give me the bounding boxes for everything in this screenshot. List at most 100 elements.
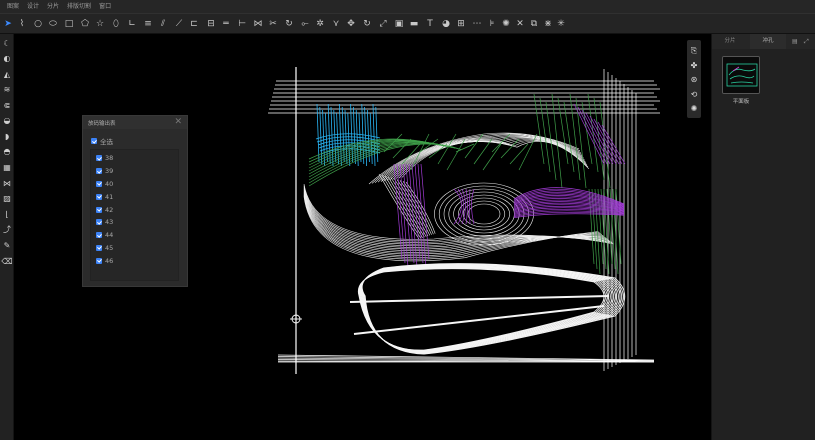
size-checkbox-row[interactable]: 41 xyxy=(96,190,178,203)
checkbox-checked-icon[interactable] xyxy=(91,138,97,145)
mirror-line-icon[interactable]: ⟋ xyxy=(173,18,185,30)
node-icon[interactable]: ⋯ xyxy=(471,18,483,30)
checkbox-checked-icon[interactable] xyxy=(96,193,102,200)
size-checkbox-row[interactable]: 38 xyxy=(96,152,178,165)
size-checkbox-row[interactable]: 46 xyxy=(96,254,178,267)
eraser-icon[interactable]: ⌫ xyxy=(1,256,13,268)
parallel-lines-icon[interactable]: ≡ xyxy=(142,18,154,30)
tab-pieces[interactable]: 分片 xyxy=(712,34,748,49)
export-icon[interactable]: ✺ xyxy=(688,103,700,115)
shoe-last-icon[interactable]: ☾ xyxy=(1,38,13,50)
size-checkbox-row[interactable]: 43 xyxy=(96,216,178,229)
size-checkbox-row[interactable]: 45 xyxy=(96,242,178,255)
pencil-icon[interactable]: ✎ xyxy=(1,240,13,252)
sole-icon[interactable]: ◒ xyxy=(1,115,13,127)
collar-icon[interactable]: ◓ xyxy=(1,146,13,158)
pointer-icon[interactable]: ➤ xyxy=(2,18,14,30)
measure-icon[interactable]: ⊧ xyxy=(486,18,498,30)
seam-icon[interactable]: ⌊ xyxy=(1,209,13,221)
main-toolbar: ➤ ⌇ ○ ⬭ □ ⬠ ☆ ⬯ ∟ ≡ ⫽ ⟋ ⊏ ⊟ ═ ⊢ ⋈ ✂ ↻ ⟜ … xyxy=(0,13,815,34)
circle-icon[interactable]: ○ xyxy=(32,18,44,30)
fill-icon[interactable]: ▬ xyxy=(408,18,420,30)
checkbox-checked-icon[interactable] xyxy=(96,168,102,175)
measure-point-icon[interactable]: ⊛ xyxy=(688,74,700,86)
text-icon[interactable]: T xyxy=(424,18,436,30)
transform-icon[interactable]: ✥ xyxy=(345,18,357,30)
import-icon[interactable]: ⎘ xyxy=(688,45,700,57)
size-label: 41 xyxy=(105,192,114,201)
frame-icon[interactable]: ▣ xyxy=(393,18,405,30)
spacing-icon[interactable]: ═ xyxy=(220,18,232,30)
split-icon[interactable]: ⊢ xyxy=(236,18,248,30)
checkbox-checked-icon[interactable] xyxy=(96,244,102,251)
snap-icon[interactable]: ⤢ xyxy=(377,18,389,30)
expand-icon[interactable]: ⤢ xyxy=(804,34,809,49)
size-checkbox-row[interactable]: 44 xyxy=(96,229,178,242)
flip-icon[interactable]: ↻ xyxy=(361,18,373,30)
vamp-icon[interactable]: ≋ xyxy=(1,84,13,96)
color-icon[interactable]: ◕ xyxy=(440,18,452,30)
move-icon[interactable]: ⟜ xyxy=(299,18,311,30)
quarter-icon[interactable]: ⋐ xyxy=(1,100,13,112)
pattern-stroke xyxy=(443,188,525,240)
cut-icon[interactable]: ✂ xyxy=(267,18,279,30)
sync-icon[interactable]: ⟲ xyxy=(688,89,700,101)
menu-pattern[interactable]: 图案 xyxy=(3,0,23,13)
rectangle-icon[interactable]: □ xyxy=(63,18,75,30)
left-toolbar: ☾ ◐ ◭ ≋ ⋐ ◒ ◗ ◓ ▦ ⋈ ▨ ⌊ ⤴ ✎ ⌫ xyxy=(0,34,14,440)
checkbox-checked-icon[interactable] xyxy=(96,232,102,239)
pattern-thumbnail[interactable] xyxy=(722,56,760,94)
eyelet-icon[interactable]: ⋈ xyxy=(1,178,13,190)
array-icon[interactable]: ⧉ xyxy=(528,18,540,30)
angle-tool-icon[interactable]: ∟ xyxy=(126,18,138,30)
size-checkbox-row[interactable]: 40 xyxy=(96,178,178,191)
join-icon[interactable]: ⋈ xyxy=(252,18,264,30)
cross-icon[interactable]: ✕ xyxy=(514,18,526,30)
shape-icon[interactable]: ⋇ xyxy=(542,18,554,30)
menu-layout-cutting[interactable]: 排版切割 xyxy=(63,0,95,13)
menu-pieces[interactable]: 分片 xyxy=(43,0,63,13)
sparkle-icon[interactable]: ✳ xyxy=(555,18,567,30)
grid-icon[interactable]: ⊞ xyxy=(455,18,467,30)
grade-icon[interactable]: ▨ xyxy=(1,193,13,205)
star-icon[interactable]: ☆ xyxy=(94,18,106,30)
close-icon[interactable]: ✕ xyxy=(174,116,182,129)
tongue-icon[interactable]: ◗ xyxy=(1,131,13,143)
oval-icon[interactable]: ⬯ xyxy=(110,18,122,30)
heel-icon[interactable]: ◭ xyxy=(1,69,13,81)
app-window: 图案 设计 分片 排版切割 窗口 ➤ ⌇ ○ ⬭ □ ⬠ ☆ ⬯ ∟ ≡ ⫽ ⟋… xyxy=(0,0,815,440)
size-checkbox-row[interactable]: 39 xyxy=(96,165,178,178)
pattern-stroke xyxy=(401,141,590,178)
scale-icon[interactable]: ⋎ xyxy=(330,18,342,30)
distribute-icon[interactable]: ⊟ xyxy=(205,18,217,30)
rotate-icon[interactable]: ✲ xyxy=(314,18,326,30)
layers-icon[interactable]: ✤ xyxy=(688,60,700,72)
drawing-canvas[interactable]: ⎘ ✤ ⊛ ⟲ ✺ 放码输出表 ✕ 全选 38 39 40 41 42 43 44 45 46 xyxy=(14,34,711,440)
checkbox-checked-icon[interactable] xyxy=(96,180,102,187)
document-icon[interactable]: ▤ xyxy=(792,34,798,49)
size-checkbox-row[interactable]: 42 xyxy=(96,203,178,216)
select-all-checkbox[interactable]: 全选 xyxy=(91,135,113,148)
dialog-header[interactable]: 放码输出表 ✕ xyxy=(83,116,187,129)
bezier-pen-icon[interactable]: ⌇ xyxy=(16,18,28,30)
align-icon[interactable]: ⊏ xyxy=(188,18,200,30)
toe-cap-icon[interactable]: ◐ xyxy=(1,53,13,65)
lining-icon[interactable]: ▦ xyxy=(1,162,13,174)
notch-icon[interactable]: ⤴ xyxy=(1,224,13,236)
menu-design[interactable]: 设计 xyxy=(23,0,43,13)
checkbox-checked-icon[interactable] xyxy=(96,206,102,213)
menu-window[interactable]: 窗口 xyxy=(95,0,115,13)
offset-line-icon[interactable]: ⫽ xyxy=(157,18,169,30)
right-panel-tabs: 分片 冲孔 ▤ ⤢ xyxy=(712,34,815,49)
sole-pattern-piece xyxy=(349,263,626,355)
checkbox-checked-icon[interactable] xyxy=(96,257,102,264)
trim-icon[interactable]: ↻ xyxy=(283,18,295,30)
tab-punching[interactable]: 冲孔 xyxy=(750,34,786,49)
ellipse-icon[interactable]: ⬭ xyxy=(47,18,59,30)
checkbox-checked-icon[interactable] xyxy=(96,219,102,226)
checkbox-checked-icon[interactable] xyxy=(96,155,102,162)
pattern-stroke xyxy=(585,112,614,165)
polygon-icon[interactable]: ⬠ xyxy=(79,18,91,30)
pattern-stroke xyxy=(464,133,484,159)
settings-icon[interactable]: ✺ xyxy=(500,18,512,30)
